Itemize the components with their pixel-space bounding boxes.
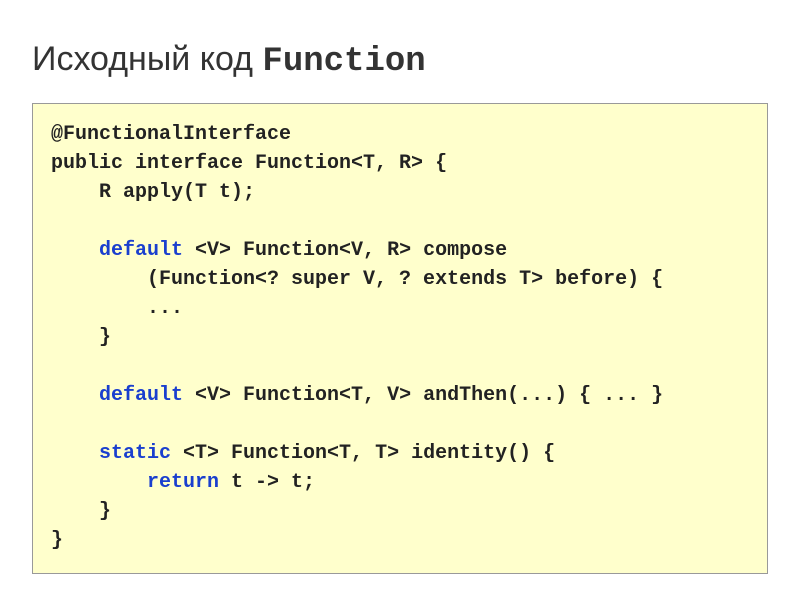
keyword-static: static xyxy=(51,442,171,465)
title-class-name: Function xyxy=(262,43,425,81)
code-line: } xyxy=(51,529,63,552)
code-line: public interface Function<T, R> { xyxy=(51,152,447,175)
keyword-default: default xyxy=(51,239,183,262)
code-line: R apply(T t); xyxy=(51,181,255,204)
code-block: @FunctionalInterface public interface Fu… xyxy=(32,103,768,574)
code-line: } xyxy=(51,326,111,349)
code-line: t -> t; xyxy=(219,471,315,494)
code-line: @FunctionalInterface xyxy=(51,123,291,146)
slide: Исходный код Function @FunctionalInterfa… xyxy=(0,0,800,594)
code-line: } xyxy=(51,500,111,523)
code-line: (Function<? super V, ? extends T> before… xyxy=(51,268,663,291)
code-line: <T> Function<T, T> identity() { xyxy=(171,442,555,465)
title-prefix: Исходный код xyxy=(32,40,262,78)
code-line: <V> Function<V, R> compose xyxy=(183,239,507,262)
keyword-return: return xyxy=(51,471,219,494)
keyword-default: default xyxy=(51,384,183,407)
code-line: <V> Function<T, V> andThen(...) { ... } xyxy=(183,384,663,407)
code-line: ... xyxy=(51,297,183,320)
slide-title: Исходный код Function xyxy=(32,40,768,81)
